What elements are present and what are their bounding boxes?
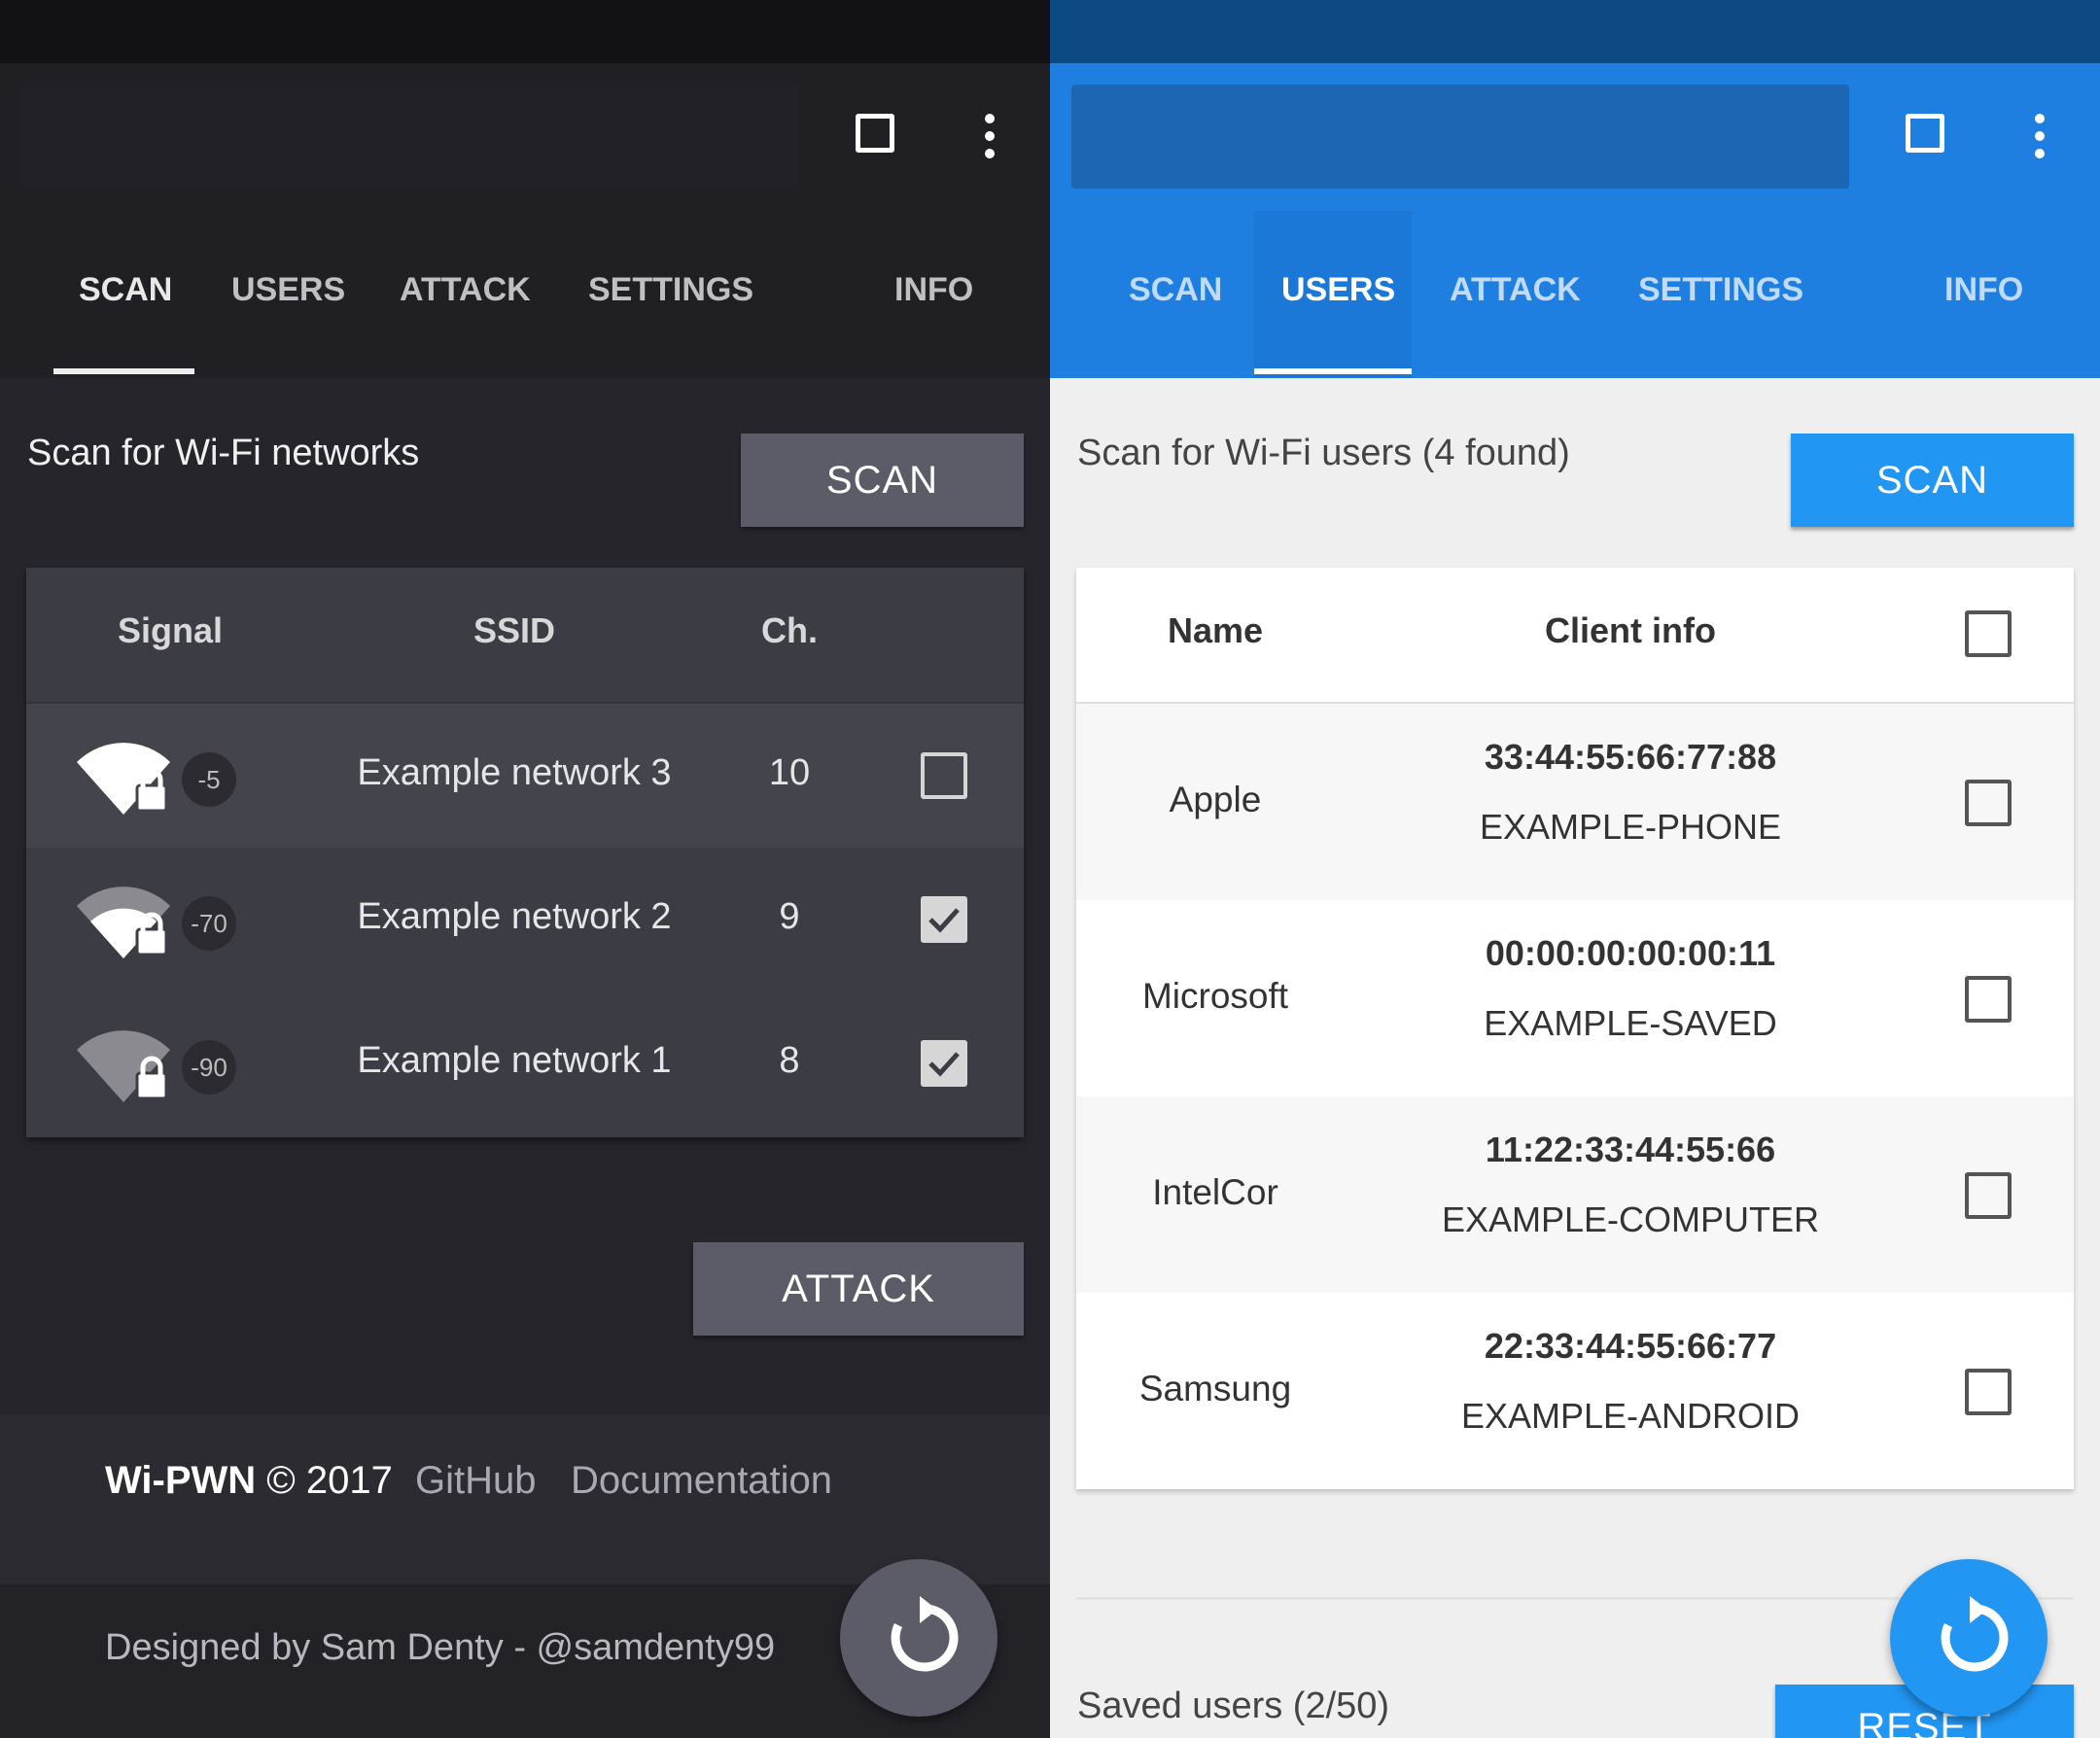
documentation-link[interactable]: Documentation	[571, 1459, 832, 1503]
table-row[interactable]: -70 Example network 2 9	[26, 848, 1024, 991]
checkmark-icon	[928, 908, 960, 933]
hostname: EXAMPLE-COMPUTER	[1441, 1199, 1820, 1239]
mac-address: 33:44:55:66:77:88	[1484, 737, 1777, 777]
table-row[interactable]: -90 Example network 1 8	[26, 991, 1024, 1135]
signal-strength-badge: -90	[182, 1040, 236, 1095]
table-row[interactable]: -5 Example network 3 10	[26, 704, 1024, 848]
select-checkbox[interactable]	[921, 1040, 967, 1087]
select-checkbox[interactable]	[1965, 780, 2012, 826]
select-checkbox[interactable]	[921, 752, 967, 799]
github-link[interactable]: GitHub	[415, 1459, 537, 1503]
browser-app-bar	[1050, 63, 2100, 211]
reload-icon	[891, 1596, 959, 1672]
hostname: EXAMPLE-ANDROID	[1460, 1396, 1801, 1436]
hostname: EXAMPLE-SAVED	[1484, 1003, 1777, 1043]
mac-address: 22:33:44:55:66:77	[1484, 1326, 1777, 1366]
table-row[interactable]: IntelCor 11:22:33:44:55:66 EXAMPLE-COMPU…	[1076, 1096, 2074, 1293]
browser-app-bar	[0, 63, 1050, 211]
tab-scan[interactable]: SCAN	[79, 271, 172, 309]
networks-table: Signal SSID Ch. -5 Example network 3 10 …	[26, 568, 1024, 1137]
tab-info[interactable]: INFO	[1944, 271, 2023, 309]
tabs-icon[interactable]	[856, 114, 894, 153]
address-bar[interactable]	[1071, 85, 1849, 189]
table-header: Name Client info	[1076, 568, 2074, 704]
mac-address: 00:00:00:00:00:11	[1485, 933, 1776, 973]
checkmark-icon	[928, 1052, 960, 1077]
overflow-menu-icon[interactable]	[984, 114, 996, 158]
table-row[interactable]: Microsoft 00:00:00:00:00:11 EXAMPLE-SAVE…	[1076, 900, 2074, 1096]
light-theme-panel: SCAN USERS ATTACK SETTINGS INFO Scan for…	[1050, 0, 2100, 1738]
select-all-checkbox[interactable]	[1965, 610, 2012, 657]
page-title: Scan for Wi-Fi users (4 found)	[1077, 433, 1570, 473]
signal-strength-badge: -70	[182, 896, 236, 951]
brand-name: Wi-PWN	[105, 1459, 257, 1502]
active-tab-indicator	[1254, 368, 1412, 374]
tab-scan[interactable]: SCAN	[1129, 271, 1222, 309]
tab-settings[interactable]: SETTINGS	[588, 271, 753, 309]
mac-address: 11:22:33:44:55:66	[1485, 1130, 1776, 1169]
tab-info[interactable]: INFO	[894, 271, 973, 309]
status-bar	[1050, 0, 2100, 63]
table-row[interactable]: Samsung 22:33:44:55:66:77 EXAMPLE-ANDROI…	[1076, 1293, 2074, 1489]
tab-attack[interactable]: ATTACK	[400, 271, 531, 309]
dark-theme-panel: SCAN USERS ATTACK SETTINGS INFO Scan for…	[0, 0, 1050, 1738]
copyright: © 2017	[266, 1459, 393, 1502]
scan-button[interactable]: SCAN	[741, 434, 1024, 527]
wifi-locked-icon	[77, 1030, 170, 1102]
channel-cell: 9	[779, 896, 800, 937]
active-tab-indicator	[53, 368, 194, 374]
vendor-cell: Samsung	[1138, 1369, 1292, 1408]
ssid-cell: Example network 1	[357, 1040, 672, 1081]
address-bar[interactable]	[21, 85, 799, 189]
ssid-cell: Example network 3	[357, 752, 672, 793]
header-signal: Signal	[117, 610, 224, 650]
page-title: Scan for Wi-Fi networks	[27, 433, 420, 473]
select-checkbox[interactable]	[921, 896, 967, 943]
tab-settings[interactable]: SETTINGS	[1638, 271, 1803, 309]
reload-icon	[1941, 1596, 2009, 1672]
reload-button[interactable]	[840, 1559, 998, 1717]
nav-tabs: SCAN USERS ATTACK SETTINGS INFO	[1050, 211, 2100, 378]
wifi-locked-icon	[77, 886, 170, 958]
nav-tabs: SCAN USERS ATTACK SETTINGS INFO	[0, 211, 1050, 378]
wifi-locked-icon	[77, 743, 170, 815]
table-header: Signal SSID Ch.	[26, 568, 1024, 704]
hostname: EXAMPLE-PHONE	[1479, 807, 1782, 847]
table-row[interactable]: Apple 33:44:55:66:77:88 EXAMPLE-PHONE	[1076, 704, 2074, 900]
ssid-cell: Example network 2	[357, 896, 672, 937]
status-bar	[0, 0, 1050, 63]
channel-cell: 10	[768, 752, 811, 793]
footer: Wi-PWN © 2017 GitHub Documentation	[0, 1414, 1050, 1584]
tabs-icon[interactable]	[1906, 114, 1944, 153]
header-client-info: Client info	[1545, 610, 1716, 650]
footer-brand: Wi-PWN © 2017	[105, 1459, 393, 1503]
overflow-menu-icon[interactable]	[2034, 114, 2046, 158]
saved-users-title: Saved users (2/50)	[1077, 1686, 1390, 1726]
vendor-cell: Microsoft	[1141, 976, 1289, 1016]
tab-users[interactable]: USERS	[231, 271, 345, 309]
reload-button[interactable]	[1890, 1559, 2048, 1717]
select-checkbox[interactable]	[1965, 1172, 2012, 1219]
scan-button[interactable]: SCAN	[1791, 434, 2074, 527]
vendor-cell: Apple	[1169, 780, 1262, 819]
signal-strength-badge: -5	[182, 752, 236, 807]
select-checkbox[interactable]	[1965, 976, 2012, 1023]
users-table: Name Client info Apple 33:44:55:66:77:88…	[1076, 568, 2074, 1489]
vendor-cell: IntelCor	[1152, 1172, 1278, 1212]
header-name: Name	[1167, 610, 1264, 650]
designer-credit: Designed by Sam Denty - @samdenty99	[105, 1627, 776, 1668]
tab-users[interactable]: USERS	[1281, 271, 1395, 309]
attack-button[interactable]: ATTACK	[693, 1242, 1024, 1336]
tab-attack[interactable]: ATTACK	[1450, 271, 1581, 309]
channel-cell: 8	[779, 1040, 800, 1081]
header-ssid: SSID	[472, 610, 556, 650]
select-checkbox[interactable]	[1965, 1369, 2012, 1415]
header-channel: Ch.	[761, 610, 818, 650]
